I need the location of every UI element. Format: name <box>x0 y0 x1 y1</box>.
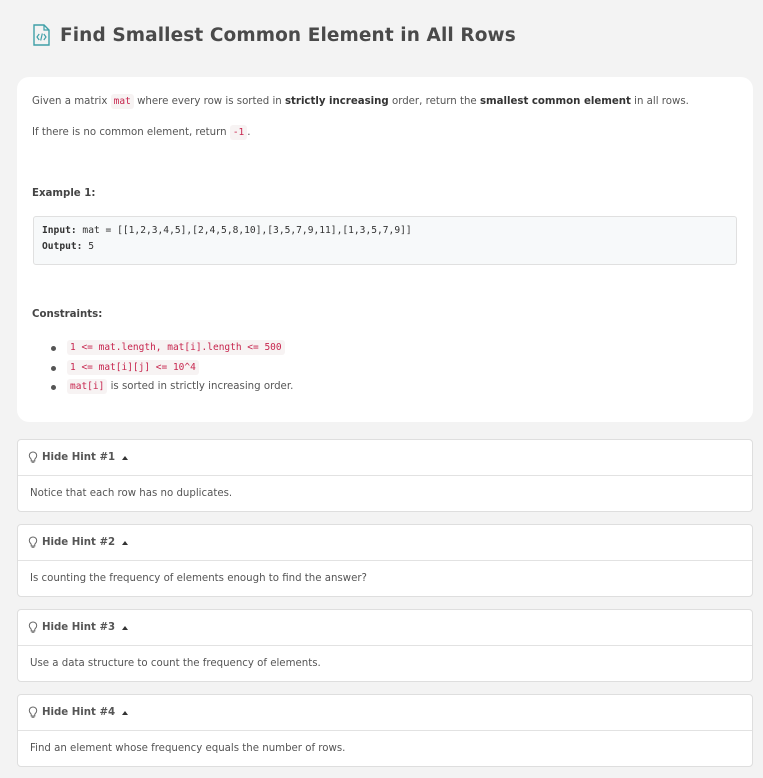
desc-text: where every row is sorted in <box>133 96 285 107</box>
constraint-text: is sorted in strictly increasing order. <box>107 381 294 392</box>
page-title: Find Smallest Common Element in All Rows <box>60 24 516 46</box>
lightbulb-icon <box>28 451 38 463</box>
constraints-list: 1 <= mat.length, mat[i].length <= 500 1 … <box>32 338 293 397</box>
document-code-icon <box>33 24 50 46</box>
hint-toggle-4[interactable]: Hide Hint #4 <box>18 695 752 731</box>
desc-text: . <box>247 127 251 138</box>
problem-description-card: Given a matrix mat where every row is so… <box>17 77 753 422</box>
hint-toggle-3[interactable]: Hide Hint #3 <box>18 610 752 646</box>
constraint-item: 1 <= mat[i][j] <= 10^4 <box>50 358 293 378</box>
desc-text: order, return the <box>388 96 480 107</box>
lightbulb-icon <box>28 706 38 718</box>
hint-toggle-2[interactable]: Hide Hint #2 <box>18 525 752 561</box>
hint-panel-2: Hide Hint #2 Is counting the frequency o… <box>17 524 753 597</box>
example-heading: Example 1: <box>32 188 96 199</box>
example-output-line: Output: 5 <box>42 241 94 252</box>
inline-code: mat <box>110 94 134 109</box>
constraint-item: mat[i] is sorted in strictly increasing … <box>50 377 294 397</box>
hint-panel-4: Hide Hint #4 Find an element whose frequ… <box>17 694 753 767</box>
constraints-heading: Constraints: <box>32 309 103 320</box>
example-input-line: Input: mat = [[1,2,3,4,5],[2,4,5,8,10],[… <box>42 225 412 236</box>
lightbulb-icon <box>28 536 38 548</box>
inline-code: 1 <= mat[i][j] <= 10^4 <box>67 359 199 375</box>
page-header: Find Smallest Common Element in All Rows <box>32 22 516 48</box>
hint-body: Find an element whose frequency equals t… <box>30 743 346 754</box>
lightbulb-icon <box>28 621 38 633</box>
desc-text: If there is no common element, return <box>32 127 230 138</box>
hint-label: Hide Hint #4 <box>42 707 116 718</box>
hint-body: Is counting the frequency of elements en… <box>30 573 367 584</box>
hint-label: Hide Hint #2 <box>42 537 116 548</box>
caret-up-icon <box>122 625 129 630</box>
description-paragraph-1: Given a matrix mat where every row is so… <box>32 94 689 109</box>
inline-code: 1 <= mat.length, mat[i].length <= 500 <box>67 340 285 355</box>
desc-bold: strictly increasing <box>284 96 389 107</box>
description-paragraph-2: If there is no common element, return -1… <box>32 125 251 140</box>
inline-code: mat[i] <box>67 379 108 394</box>
caret-up-icon <box>122 540 129 545</box>
hint-toggle-1[interactable]: Hide Hint #1 <box>18 440 752 476</box>
desc-text: in all rows. <box>630 96 689 107</box>
hint-panel-1: Hide Hint #1 Notice that each row has no… <box>17 439 753 512</box>
example-code-block: Input: mat = [[1,2,3,4,5],[2,4,5,8,10],[… <box>33 216 737 265</box>
hint-label: Hide Hint #1 <box>42 452 116 463</box>
caret-up-icon <box>122 455 129 460</box>
hint-body: Use a data structure to count the freque… <box>30 658 321 669</box>
desc-bold: smallest common element <box>479 96 631 107</box>
hint-panel-3: Hide Hint #3 Use a data structure to cou… <box>17 609 753 682</box>
input-value: mat = [[1,2,3,4,5],[2,4,5,8,10],[3,5,7,9… <box>76 225 412 236</box>
caret-up-icon <box>122 710 129 715</box>
output-value: 5 <box>82 241 94 252</box>
hint-body: Notice that each row has no duplicates. <box>30 488 233 499</box>
hint-label: Hide Hint #3 <box>42 622 116 633</box>
output-key: Output: <box>42 241 83 252</box>
inline-code: -1 <box>229 125 248 140</box>
input-key: Input: <box>42 225 77 236</box>
desc-text: Given a matrix <box>32 96 111 107</box>
constraint-item: 1 <= mat.length, mat[i].length <= 500 <box>50 338 293 358</box>
